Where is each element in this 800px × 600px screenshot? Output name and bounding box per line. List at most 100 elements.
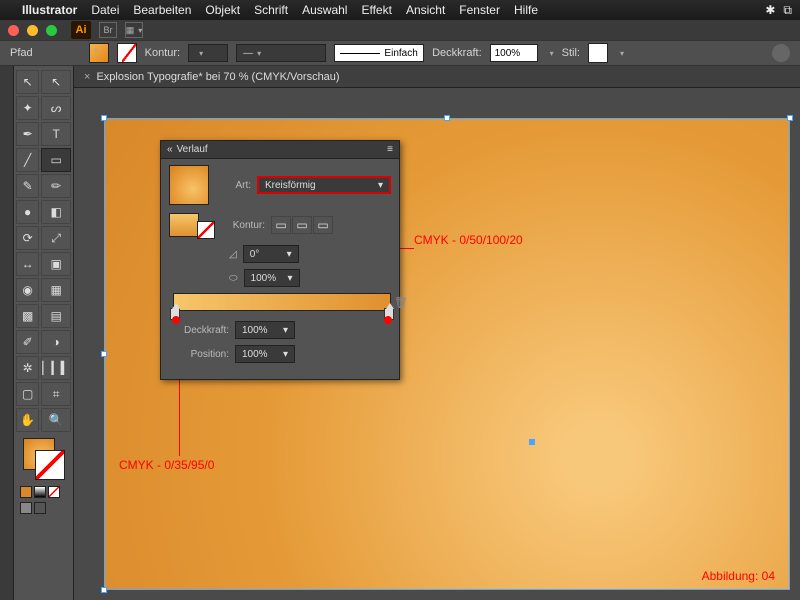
- blend-tool[interactable]: ◑: [41, 330, 71, 354]
- mesh-tool[interactable]: ▩: [16, 304, 39, 328]
- pen-tool[interactable]: ✒: [16, 122, 39, 146]
- document-tab[interactable]: × Explosion Typografie* bei 70 % (CMYK/V…: [74, 66, 800, 88]
- color-mode-row[interactable]: [16, 486, 71, 498]
- scale-tool[interactable]: ⤢: [41, 226, 71, 250]
- menu-effekt[interactable]: Effekt: [361, 3, 391, 17]
- slice-tool[interactable]: ⌗: [41, 382, 71, 406]
- brush-definition-dropdown[interactable]: Einfach: [334, 44, 424, 62]
- gradient-angle-input[interactable]: 0°▾: [243, 245, 299, 263]
- free-transform-tool[interactable]: ▣: [41, 252, 71, 276]
- selection-handle[interactable]: [444, 115, 450, 121]
- stop-opacity-label: Deckkraft:: [169, 325, 229, 336]
- rotate-tool[interactable]: ⟳: [16, 226, 39, 250]
- menu-datei[interactable]: Datei: [91, 3, 119, 17]
- document-tab-title: Explosion Typografie* bei 70 % (CMYK/Vor…: [96, 71, 339, 83]
- blob-brush-tool[interactable]: ●: [16, 200, 39, 224]
- gradient-type-dropdown[interactable]: Kreisförmig▾: [257, 176, 391, 194]
- tab-close-icon[interactable]: ×: [84, 71, 90, 83]
- delete-stop-icon[interactable]: 🗑: [394, 296, 408, 309]
- annotation-left-stop: CMYK - 0/35/95/0: [119, 458, 214, 472]
- gradient-kontur-label: Kontur:: [221, 220, 265, 231]
- shape-builder-tool[interactable]: ◉: [16, 278, 39, 302]
- gradient-tool[interactable]: ▤: [41, 304, 71, 328]
- doc-setup-icon[interactable]: [772, 44, 790, 62]
- selection-handle[interactable]: [101, 115, 107, 121]
- artboard-tool[interactable]: ▢: [16, 382, 39, 406]
- gradient-center-point[interactable]: [529, 439, 535, 445]
- annotation-dot: [172, 316, 180, 324]
- opacity-input[interactable]: 100%: [490, 44, 538, 62]
- width-tool[interactable]: ↔: [16, 252, 39, 276]
- gradient-panel: « Verlauf ≡ Art: Kreisförmig▾ Kontur: ▭ …: [160, 140, 400, 380]
- fill-stroke-swatch[interactable]: [23, 438, 65, 480]
- window-minimize-icon[interactable]: [27, 25, 38, 36]
- panel-collapse-icon[interactable]: «: [167, 144, 173, 155]
- kontur-label: Kontur:: [145, 47, 180, 59]
- eraser-tool[interactable]: ◧: [41, 200, 71, 224]
- gradient-type-label: Art:: [227, 180, 251, 191]
- stop-position-input[interactable]: 100%▾: [235, 345, 295, 363]
- stop-position-label: Position:: [169, 349, 229, 360]
- zoom-tool[interactable]: 🔍: [41, 408, 71, 432]
- gradient-ramp[interactable]: 🗑: [173, 293, 391, 311]
- tools-panel: ↖ ↖ ✦ ᔕ ✒ T ╱ ▭ ✎ ✏ ● ◧ ⟳ ⤢ ↔ ▣ ◉ ▦ ▩ ▤ …: [14, 66, 74, 600]
- hand-tool[interactable]: ✋: [16, 408, 39, 432]
- selection-handle[interactable]: [787, 115, 793, 121]
- symbol-sprayer-tool[interactable]: ✲: [16, 356, 39, 380]
- eyedropper-tool[interactable]: ✐: [16, 330, 39, 354]
- menu-hilfe[interactable]: Hilfe: [514, 3, 538, 17]
- stop-opacity-input[interactable]: 100%▾: [235, 321, 295, 339]
- gradient-fill-swatch[interactable]: [169, 213, 199, 237]
- menu-objekt[interactable]: Objekt: [205, 3, 240, 17]
- direct-selection-tool[interactable]: ↖: [41, 70, 71, 94]
- selection-tool[interactable]: ↖: [16, 70, 39, 94]
- gradient-stroke-swatch[interactable]: [197, 221, 215, 239]
- menu-bearbeiten[interactable]: Bearbeiten: [133, 3, 191, 17]
- app-titlebar: Ai Br ▦: [0, 20, 800, 40]
- annotation-right-stop: CMYK - 0/50/100/20: [414, 233, 523, 247]
- menu-auswahl[interactable]: Auswahl: [302, 3, 347, 17]
- lasso-tool[interactable]: ᔕ: [41, 96, 71, 120]
- dropbox-icon[interactable]: ⧉: [783, 3, 792, 18]
- rectangle-tool[interactable]: ▭: [41, 148, 71, 172]
- stroke-swatch[interactable]: [117, 43, 137, 63]
- menu-schrift[interactable]: Schrift: [254, 3, 288, 17]
- gradient-preview-swatch[interactable]: [169, 165, 209, 205]
- paintbrush-tool[interactable]: ✎: [16, 174, 39, 198]
- bridge-icon[interactable]: Br: [99, 22, 117, 38]
- selection-type-label: Pfad: [10, 47, 33, 59]
- line-tool[interactable]: ╱: [16, 148, 39, 172]
- selection-handle[interactable]: [101, 587, 107, 593]
- stroke-weight-dropdown[interactable]: [188, 44, 228, 62]
- menu-appname[interactable]: Illustrator: [22, 3, 77, 17]
- stroke-align-1[interactable]: ▭: [271, 216, 291, 234]
- magic-wand-tool[interactable]: ✦: [16, 96, 39, 120]
- opacity-dropdown-icon[interactable]: [546, 47, 554, 59]
- opacity-label: Deckkraft:: [432, 47, 482, 59]
- panel-menu-icon[interactable]: ≡: [387, 144, 393, 155]
- graph-tool[interactable]: ▏▎▍: [41, 356, 71, 380]
- mac-menubar: Illustrator Datei Bearbeiten Objekt Schr…: [0, 0, 800, 20]
- evernote-icon[interactable]: ✱: [765, 3, 775, 18]
- screen-mode-row[interactable]: [16, 502, 71, 514]
- menu-ansicht[interactable]: Ansicht: [406, 3, 445, 17]
- pencil-tool[interactable]: ✏: [41, 174, 71, 198]
- window-zoom-icon[interactable]: [46, 25, 57, 36]
- left-dock-strip[interactable]: [0, 66, 14, 600]
- gradient-aspect-input[interactable]: 100%▾: [244, 269, 300, 287]
- selection-handle[interactable]: [101, 351, 107, 357]
- window-close-icon[interactable]: [8, 25, 19, 36]
- fill-swatch[interactable]: [89, 43, 109, 63]
- arrange-docs-icon[interactable]: ▦: [125, 22, 143, 38]
- gradient-panel-title: Verlauf: [177, 144, 208, 155]
- style-label: Stil:: [562, 47, 580, 59]
- perspective-tool[interactable]: ▦: [41, 278, 71, 302]
- type-tool[interactable]: T: [41, 122, 71, 146]
- stroke-align-2[interactable]: ▭: [292, 216, 312, 234]
- annotation-dot: [384, 316, 392, 324]
- stroke-align-3[interactable]: ▭: [313, 216, 333, 234]
- gradient-panel-titlebar[interactable]: « Verlauf ≡: [161, 141, 399, 159]
- style-swatch[interactable]: [588, 43, 608, 63]
- menu-fenster[interactable]: Fenster: [459, 3, 500, 17]
- stroke-profile-dropdown[interactable]: —: [236, 44, 326, 62]
